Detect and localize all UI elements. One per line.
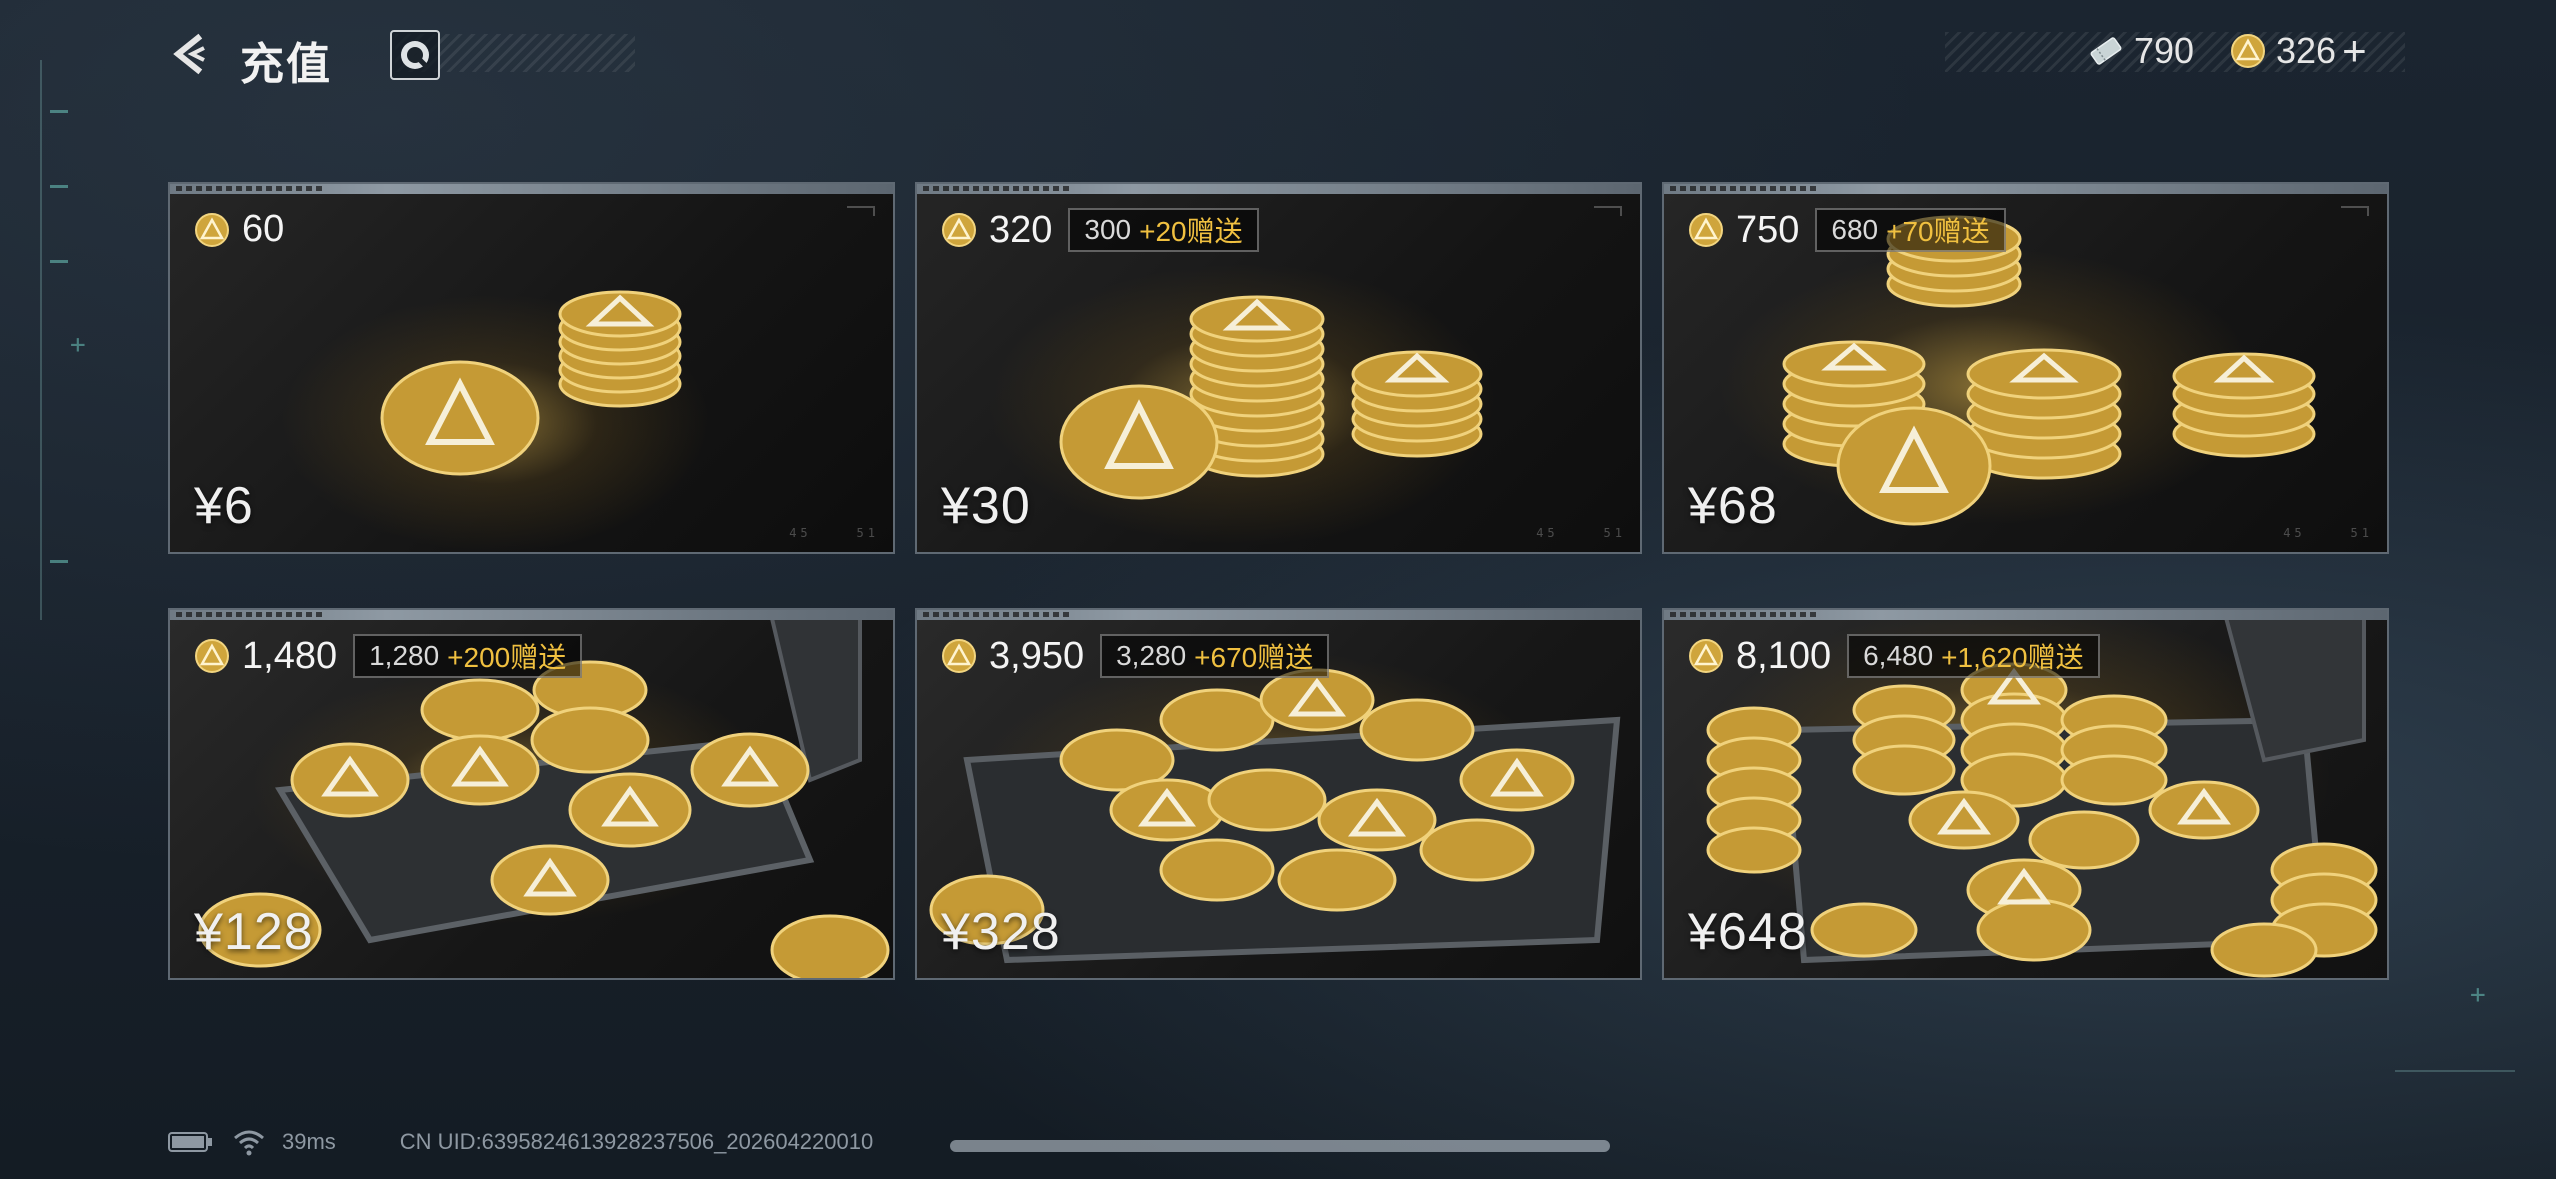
- package-price: ¥68: [1688, 477, 1778, 535]
- ticket-balance: 790: [2088, 30, 2194, 72]
- package-header: 3,950 3,280 +670赠送: [941, 634, 1330, 678]
- status-bar: 39ms CN UID:6395824613928237506_20260422…: [168, 1128, 873, 1156]
- hud-plus-marker: +: [2470, 980, 2486, 1010]
- hud-plus-marker: +: [70, 330, 86, 360]
- card-code-decoration: 45 51: [2283, 526, 2373, 540]
- coin-balance: 326 +: [2230, 30, 2367, 72]
- card-code-decoration: 45 51: [1536, 526, 1626, 540]
- hud-tick: [50, 560, 68, 563]
- base-coins: 680: [1831, 214, 1879, 245]
- add-coins-button[interactable]: +: [2342, 30, 2367, 72]
- support-icon: [401, 41, 429, 69]
- package-price: ¥648: [1688, 903, 1808, 961]
- horizontal-scrollbar[interactable]: [950, 1140, 1610, 1152]
- card-top-strip: [170, 184, 893, 194]
- bonus-coins: +1,620赠送: [1941, 642, 2084, 673]
- hud-tick: [50, 185, 68, 188]
- card-top-strip: [917, 184, 1640, 194]
- package-price: ¥328: [941, 903, 1061, 961]
- coin-count: 3,950: [989, 634, 1085, 677]
- bonus-breakdown: 680 +70赠送: [1815, 208, 2006, 252]
- package-price: ¥128: [194, 903, 314, 961]
- package-price: ¥6: [194, 477, 254, 535]
- hud-horizontal-line: [2395, 1070, 2515, 1072]
- battery-icon: [168, 1132, 212, 1152]
- coin-amount: 326: [2276, 30, 2337, 71]
- card-top-strip: [1664, 610, 2387, 620]
- user-uid: CN UID:6395824613928237506_202604220010: [399, 1129, 874, 1154]
- bonus-breakdown: 300 +20赠送: [1068, 208, 1259, 252]
- hud-tick: [50, 260, 68, 263]
- card-top-strip: [170, 610, 893, 620]
- ticket-icon: [2090, 37, 2122, 65]
- back-button[interactable]: [162, 26, 218, 82]
- coin-icon: [942, 639, 976, 673]
- hud-tick: [50, 110, 68, 113]
- package-card-2[interactable]: 320 300 +20赠送 ¥30 45 51: [915, 182, 1642, 554]
- coin-icon: [195, 639, 229, 673]
- package-header: 750 680 +70赠送: [1688, 208, 2006, 252]
- ticket-amount: 790: [2134, 30, 2195, 71]
- package-card-1[interactable]: 60 ¥6 45 51: [168, 182, 895, 554]
- coin-icon: [1689, 213, 1723, 247]
- coin-count: 1,480: [242, 634, 338, 677]
- base-coins: 3,280: [1116, 640, 1187, 671]
- page-title: 充值: [240, 40, 332, 89]
- bonus-breakdown: 3,280 +670赠送: [1100, 634, 1330, 678]
- card-top-strip: [917, 610, 1640, 620]
- ping-value: 39ms: [282, 1129, 336, 1154]
- package-card-3[interactable]: 750 680 +70赠送 ¥68 45 51: [1662, 182, 2389, 554]
- top-bar: 充值 790 326 +: [0, 0, 2556, 110]
- coin-count: 320: [989, 208, 1053, 251]
- coin-count: 8,100: [1736, 634, 1832, 677]
- base-coins: 6,480: [1863, 640, 1934, 671]
- base-coins: 300: [1084, 214, 1132, 245]
- card-corner-mark: [2341, 206, 2369, 216]
- coin-icon: [2231, 34, 2265, 68]
- coin-count: 750: [1736, 208, 1800, 251]
- package-header: 320 300 +20赠送: [941, 208, 1259, 252]
- package-card-5[interactable]: 3,950 3,280 +670赠送 ¥328: [915, 608, 1642, 980]
- bonus-coins: +70赠送: [1886, 216, 1990, 247]
- coin-icon: [942, 213, 976, 247]
- coin-icon: [1689, 639, 1723, 673]
- chevron-left-icon: [173, 33, 205, 75]
- bonus-breakdown: 6,480 +1,620赠送: [1847, 634, 2100, 678]
- card-top-strip: [1664, 184, 2387, 194]
- package-header: 8,100 6,480 +1,620赠送: [1688, 634, 2100, 678]
- package-price: ¥30: [941, 477, 1031, 535]
- coin-icon: [195, 212, 229, 247]
- package-card-4[interactable]: 1,480 1,280 +200赠送 ¥128: [168, 608, 895, 980]
- bonus-coins: +200赠送: [447, 642, 567, 673]
- hud-vertical-line: [40, 60, 42, 620]
- package-header: 1,480 1,280 +200赠送: [194, 634, 583, 678]
- base-coins: 1,280: [369, 640, 440, 671]
- wifi-icon: [234, 1130, 264, 1156]
- card-corner-mark: [847, 206, 875, 216]
- bonus-coins: +670赠送: [1194, 642, 1314, 673]
- bonus-coins: +20赠送: [1139, 216, 1243, 247]
- card-corner-mark: [1594, 206, 1622, 216]
- package-header: 60: [194, 208, 284, 251]
- customer-service-button[interactable]: [390, 30, 440, 80]
- card-code-decoration: 45 51: [789, 526, 879, 540]
- coin-count: 60: [242, 208, 285, 250]
- package-card-6[interactable]: 8,100 6,480 +1,620赠送 ¥648: [1662, 608, 2389, 980]
- bonus-breakdown: 1,280 +200赠送: [353, 634, 583, 678]
